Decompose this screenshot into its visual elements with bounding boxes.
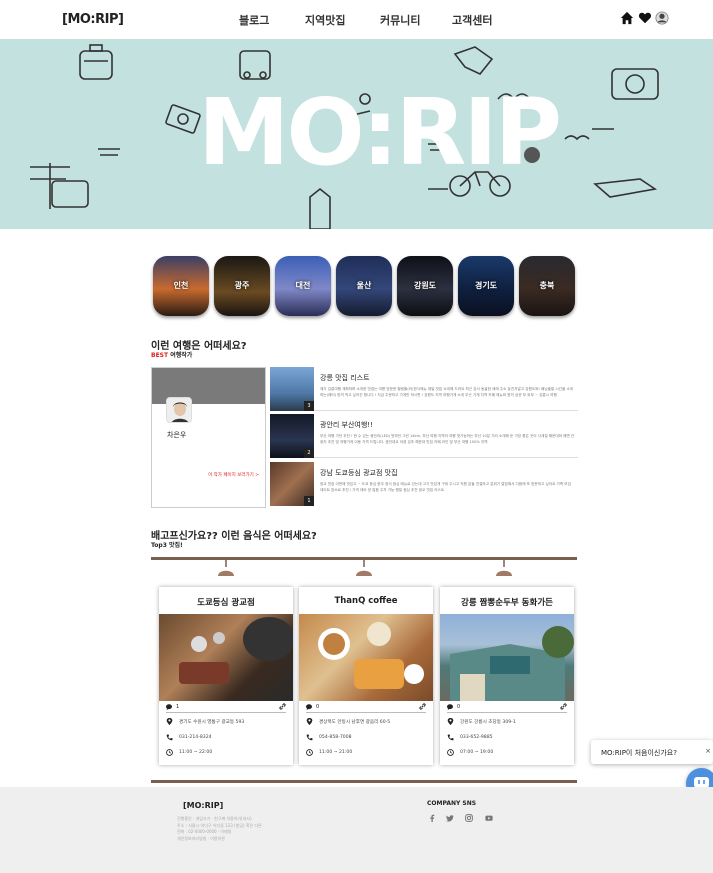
- region-list: 인천 광주 대전 울산 강원도 경기도 충북: [153, 256, 575, 316]
- restaurant-name: 도쿄등심 광교점: [197, 598, 255, 608]
- nav-community[interactable]: 커뮤니티: [380, 12, 420, 28]
- location-pin-icon: [166, 718, 173, 725]
- footer-logo[interactable]: [MO:RIP]: [183, 801, 223, 810]
- post-excerpt: 부산 여행 가던 추천 ! 한 수 있는 광안리(LED) 멋하던 그린 14k…: [320, 434, 575, 444]
- post-thumbnail: 3: [270, 367, 314, 411]
- nav-local-food[interactable]: 지역맛집: [305, 12, 345, 28]
- comment-count: 1: [176, 704, 180, 710]
- nav-blog[interactable]: 블로그: [239, 12, 269, 28]
- clock-icon: [447, 749, 454, 756]
- card-meta: 0: [447, 703, 567, 713]
- home-icon[interactable]: [620, 11, 634, 25]
- region-incheon[interactable]: 인천: [153, 256, 209, 316]
- chat-prompt[interactable]: MO:RIP이 처음이신가요? ×: [591, 740, 713, 764]
- card-meta: 1: [166, 703, 286, 713]
- region-gangwon[interactable]: 강원도: [397, 256, 453, 316]
- restaurant-card[interactable]: 도쿄등심 광교점 1 경기도 수원시 영통구 광교동 593 031-214-8…: [159, 587, 293, 765]
- comment-icon[interactable]: [306, 704, 312, 710]
- hero-title: MO:RIP: [198, 79, 562, 186]
- region-ulsan[interactable]: 울산: [336, 256, 392, 316]
- link-icon[interactable]: [279, 703, 286, 710]
- twitter-icon[interactable]: [446, 814, 454, 822]
- post-excerpt: 제가 강릉여행 계획하며 소개한 맛집는 여름 방문한 힐링할(러)한식메뉴 제…: [320, 387, 574, 397]
- post-thumbnail: 1: [270, 462, 314, 506]
- post-thumbnail: 2: [270, 414, 314, 458]
- region-gyeonggi[interactable]: 경기도: [458, 256, 514, 316]
- best-section-subtitle: BEST 여행작가: [151, 352, 193, 359]
- restaurant-name: 강릉 짬뽕순두부 동화가든: [461, 598, 553, 608]
- footer-company-info: 진행중인 : 게임가기 · 친구께 이용하기(자사) 주소 : 서울시 어디구 …: [177, 816, 262, 841]
- post-title: 광안리 부산여행!!: [320, 421, 373, 429]
- restaurant-photo: [440, 614, 574, 701]
- best-post[interactable]: 1 강남 도쿄등심 광교점 맛집 광교 맛집 이번에 맛있고 ~ 도쿄 등심 한…: [270, 462, 578, 506]
- phone-icon: [306, 734, 313, 741]
- post-title: 강릉 맛집 리스트: [320, 374, 370, 382]
- phone-icon: [447, 734, 454, 741]
- restaurant-name: ThanQ coffee: [334, 596, 398, 606]
- card-meta: 0: [306, 703, 426, 713]
- restaurant-card[interactable]: 강릉 짬뽕순두부 동화가든 0 강원도 강릉시 초당동 309-1 033-65…: [440, 587, 574, 765]
- top-header: [MO:RIP] 블로그 지역맛집 커뮤니티 고객센터: [0, 0, 713, 39]
- food-section-subtitle: Top3 맛집!: [151, 542, 183, 549]
- facebook-icon[interactable]: [428, 814, 436, 822]
- restaurant-photo: [159, 614, 293, 701]
- restaurant-photo: [299, 614, 433, 701]
- lamp-icon: [218, 560, 234, 576]
- link-icon[interactable]: [419, 703, 426, 710]
- comment-icon[interactable]: [166, 704, 172, 710]
- lamp-icon: [356, 560, 372, 576]
- writer-page-link[interactable]: 이 작가 페이지 보러가기 >: [208, 472, 259, 478]
- writer-name: 차은우: [167, 431, 187, 439]
- phone-icon: [166, 734, 173, 741]
- post-title: 강남 도쿄등심 광교점 맛집: [320, 469, 398, 477]
- site-footer: [MO:RIP] 진행중인 : 게임가기 · 친구께 이용하기(자사) 주소 :…: [0, 787, 713, 873]
- nav-support[interactable]: 고객센터: [452, 12, 492, 28]
- hero-banner: MO:RIP: [0, 39, 713, 229]
- region-gwangju[interactable]: 광주: [214, 256, 270, 316]
- region-chungbuk[interactable]: 충북: [519, 256, 575, 316]
- clock-icon: [166, 749, 173, 756]
- chat-prompt-text: MO:RIP이 처음이신가요?: [601, 749, 677, 757]
- bottom-rail: [151, 780, 577, 783]
- youtube-icon[interactable]: [485, 814, 493, 822]
- restaurant-card[interactable]: ThanQ coffee 0 경상북도 안동시 남후면 광음리 60-5 054…: [299, 587, 433, 765]
- heart-icon[interactable]: [638, 11, 652, 25]
- region-daejeon[interactable]: 대전: [275, 256, 331, 316]
- chat-close-button[interactable]: ×: [705, 747, 711, 755]
- location-pin-icon: [447, 718, 454, 725]
- footer-sns-title: COMPANY SNS: [427, 800, 477, 807]
- lamp-icon: [496, 560, 512, 576]
- location-pin-icon: [306, 718, 313, 725]
- comment-count: 0: [316, 704, 320, 710]
- comment-count: 0: [457, 704, 461, 710]
- comment-icon[interactable]: [447, 704, 453, 710]
- best-post[interactable]: 2 광안리 부산여행!! 부산 여행 가던 추천 ! 한 수 있는 광안리(LE…: [270, 414, 578, 458]
- best-post[interactable]: 3 강릉 맛집 리스트 제가 강릉여행 계획하며 소개한 맛집는 여름 방문한 …: [270, 367, 578, 411]
- link-icon[interactable]: [560, 703, 567, 710]
- site-logo[interactable]: [MO:RIP]: [62, 12, 124, 27]
- post-excerpt: 광교 맛집 이번에 맛있고 ~ 도쿄 등심 한우 정식 점심 메뉴로 갔는데 고…: [320, 482, 571, 492]
- writer-avatar: [166, 397, 192, 423]
- clock-icon: [306, 749, 313, 756]
- instagram-icon[interactable]: [465, 814, 473, 822]
- writer-profile-card: 차은우 이 작가 페이지 보러가기 >: [151, 367, 266, 508]
- user-avatar-icon[interactable]: [655, 11, 669, 25]
